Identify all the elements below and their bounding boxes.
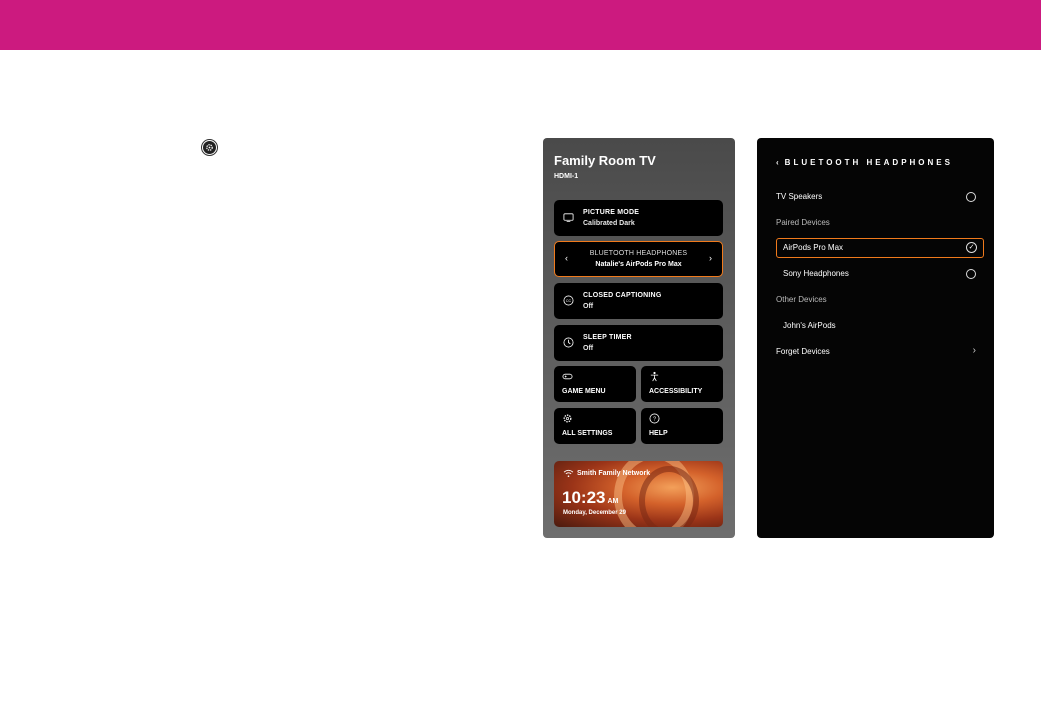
all-settings-label: ALL SETTINGS bbox=[562, 430, 613, 437]
paired-devices-section: Paired Devices bbox=[776, 213, 984, 233]
section-label: Other Devices bbox=[776, 295, 827, 304]
check-icon: ✓ bbox=[966, 242, 977, 253]
picture-mode-value: Calibrated Dark bbox=[583, 220, 635, 227]
device-label: Sony Headphones bbox=[783, 269, 849, 278]
bluetooth-headphones-panel: ‹ BLUETOOTH HEADPHONES TV Speakers Paired… bbox=[757, 138, 994, 538]
date-text: Monday, December 29 bbox=[563, 510, 626, 516]
closed-caption-icon: CC bbox=[563, 295, 574, 306]
help-label: HELP bbox=[649, 430, 668, 437]
accessibility-icon bbox=[650, 371, 659, 382]
game-menu-tile[interactable]: GAME MENU bbox=[554, 366, 636, 402]
accessibility-label: ACCESSIBILITY bbox=[649, 388, 703, 395]
panel-header-title: BLUETOOTH HEADPHONES bbox=[784, 158, 953, 167]
network-status-card: Smith Family Network 10:23 AM Monday, Dec… bbox=[554, 461, 723, 527]
accessibility-tile[interactable]: ACCESSIBILITY bbox=[641, 366, 723, 402]
sleep-timer-value: Off bbox=[583, 345, 594, 352]
wifi-icon bbox=[563, 469, 574, 478]
radio-icon bbox=[966, 269, 976, 279]
svg-text:CC: CC bbox=[566, 299, 572, 303]
help-tile[interactable]: ? HELP bbox=[641, 408, 723, 444]
paired-device-airpods-pro-max[interactable]: AirPods Pro Max ✓ bbox=[776, 238, 984, 258]
section-label: Paired Devices bbox=[776, 218, 830, 227]
closed-captioning-label: CLOSED CAPTIONING bbox=[583, 292, 662, 299]
time-ampm: AM bbox=[607, 498, 619, 505]
panel-header: ‹ BLUETOOTH HEADPHONES bbox=[776, 158, 953, 167]
input-source: HDMI-1 bbox=[554, 173, 579, 180]
settings-icon bbox=[201, 139, 218, 156]
picture-mode-tile[interactable]: PICTURE MODE Calibrated Dark bbox=[554, 200, 723, 236]
game-menu-label: GAME MENU bbox=[562, 388, 606, 395]
gear-icon bbox=[563, 414, 572, 423]
other-device-johns-airpods[interactable]: John's AirPods bbox=[776, 316, 984, 336]
all-settings-tile[interactable]: ALL SETTINGS bbox=[554, 408, 636, 444]
back-chevron-icon[interactable]: ‹ bbox=[776, 158, 779, 167]
device-label: AirPods Pro Max bbox=[783, 243, 844, 252]
chevron-right-icon: › bbox=[972, 345, 976, 356]
clock-time: 10:23 AM bbox=[562, 488, 618, 508]
clock-icon bbox=[563, 337, 574, 348]
gamepad-icon bbox=[562, 373, 573, 380]
time-value: 10:23 bbox=[562, 488, 606, 507]
tv-speakers-option[interactable]: TV Speakers bbox=[776, 187, 984, 207]
device-label: John's AirPods bbox=[783, 321, 836, 330]
paired-device-sony-headphones[interactable]: Sony Headphones bbox=[776, 264, 984, 284]
monitor-icon bbox=[563, 213, 574, 223]
sleep-timer-label: SLEEP TIMER bbox=[583, 334, 632, 341]
tv-speakers-label: TV Speakers bbox=[776, 192, 823, 201]
closed-captioning-value: Off bbox=[583, 303, 594, 310]
chevron-right-icon[interactable]: › bbox=[709, 253, 712, 263]
closed-captioning-tile[interactable]: CC CLOSED CAPTIONING Off bbox=[554, 283, 723, 319]
forget-devices-option[interactable]: Forget Devices › bbox=[776, 342, 984, 362]
radio-icon bbox=[966, 192, 976, 202]
brand-header-bar bbox=[0, 0, 1041, 50]
quick-menu-panel: Family Room TV HDMI-1 PICTURE MODE Calib… bbox=[543, 138, 735, 538]
forget-devices-label: Forget Devices bbox=[776, 347, 830, 356]
device-title: Family Room TV bbox=[554, 153, 656, 168]
help-icon: ? bbox=[649, 413, 660, 424]
bluetooth-headphones-tile[interactable]: ‹ BLUETOOTH HEADPHONES Natalie's AirPods… bbox=[554, 241, 723, 277]
svg-text:?: ? bbox=[653, 417, 656, 423]
sleep-timer-tile[interactable]: SLEEP TIMER Off bbox=[554, 325, 723, 361]
other-devices-section: Other Devices bbox=[776, 290, 984, 310]
bluetooth-value: Natalie's AirPods Pro Max bbox=[595, 261, 682, 268]
picture-mode-label: PICTURE MODE bbox=[583, 209, 640, 216]
network-name: Smith Family Network bbox=[577, 470, 651, 477]
bluetooth-label: BLUETOOTH HEADPHONES bbox=[589, 250, 688, 257]
